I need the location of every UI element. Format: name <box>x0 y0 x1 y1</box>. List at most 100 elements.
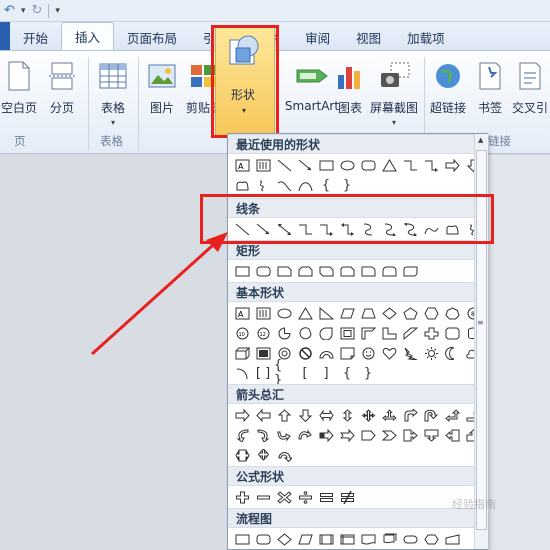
right-arrow-icon[interactable] <box>232 406 252 424</box>
snip-round-rectangle-icon[interactable] <box>337 262 357 280</box>
textbox-icon[interactable]: A <box>232 156 252 174</box>
tab-home[interactable]: 开始 <box>10 24 61 50</box>
customize-toolbar-icon[interactable]: ▾ <box>55 6 60 16</box>
quad-arrow-icon[interactable] <box>358 406 378 424</box>
notched-right-arrow-icon[interactable] <box>337 426 357 444</box>
arrow-line-icon[interactable] <box>253 220 273 238</box>
vertical-textbox-icon[interactable] <box>253 304 273 322</box>
curved-down-arrow-icon[interactable] <box>295 426 315 444</box>
elbow-double-arrow-connector-icon[interactable] <box>337 220 357 238</box>
pentagon-arrow-icon[interactable] <box>358 426 378 444</box>
left-up-arrow-icon[interactable] <box>442 406 462 424</box>
curved-left-arrow-icon[interactable] <box>253 426 273 444</box>
elbow-connector-icon[interactable] <box>400 156 420 174</box>
flowchart-document-icon[interactable] <box>358 530 378 548</box>
chevron-arrow-icon[interactable] <box>379 426 399 444</box>
shapes-button[interactable]: 形状 ▾ <box>215 27 275 136</box>
right-brace-icon[interactable]: } <box>358 364 378 382</box>
right-arrow-callout-icon[interactable] <box>400 426 420 444</box>
block-arc-icon[interactable] <box>316 344 336 362</box>
tab-view[interactable]: 视图 <box>343 24 394 50</box>
diamond-icon[interactable] <box>379 304 399 322</box>
snip-corner-rectangle-icon[interactable] <box>274 262 294 280</box>
left-arrow-icon[interactable] <box>253 406 273 424</box>
curved-up-arrow-icon[interactable] <box>274 426 294 444</box>
up-arrow-icon[interactable] <box>274 406 294 424</box>
round-diagonal-rectangle-icon[interactable] <box>400 262 420 280</box>
no-symbol-icon[interactable] <box>295 344 315 362</box>
flowchart-decision-icon[interactable] <box>274 530 294 548</box>
triangle-icon[interactable] <box>379 156 399 174</box>
decagon-icon[interactable]: 10 <box>232 324 252 342</box>
left-right-up-arrow-icon[interactable] <box>379 406 399 424</box>
tab-addins[interactable]: 加载项 <box>394 24 458 50</box>
l-shape-icon[interactable] <box>379 324 399 342</box>
freeform-icon[interactable] <box>232 176 252 194</box>
double-brace-icon[interactable]: { } <box>274 358 294 388</box>
freeform-icon[interactable] <box>442 220 462 238</box>
circular-arrow-icon[interactable] <box>274 446 294 464</box>
smartart-button[interactable]: SmartArt <box>285 57 339 129</box>
flowchart-alternate-process-icon[interactable] <box>253 530 273 548</box>
up-down-arrow-icon[interactable] <box>337 406 357 424</box>
file-tab[interactable] <box>0 22 10 50</box>
left-right-arrow-callout-icon[interactable] <box>232 446 252 464</box>
flowchart-process-icon[interactable] <box>232 530 252 548</box>
picture-button[interactable]: 图片 <box>144 57 180 129</box>
left-bracket-icon[interactable]: [ <box>295 364 315 382</box>
hexagon-icon[interactable] <box>421 304 441 322</box>
double-bracket-icon[interactable]: [ ] <box>253 364 273 382</box>
flowchart-predefined-process-icon[interactable] <box>316 530 336 548</box>
multiply-icon[interactable] <box>274 488 294 506</box>
snip-diagonal-rectangle-icon[interactable] <box>316 262 336 280</box>
half-frame-icon[interactable] <box>358 324 378 342</box>
bookmark-button[interactable]: 书签 <box>474 57 506 129</box>
bent-arrow-icon[interactable] <box>400 406 420 424</box>
flowchart-data-icon[interactable] <box>295 530 315 548</box>
heptagon-icon[interactable] <box>442 304 462 322</box>
folded-corner-icon[interactable] <box>337 344 357 362</box>
sun-icon[interactable] <box>421 344 441 362</box>
elbow-arrow-connector-icon[interactable] <box>316 220 336 238</box>
right-arrow-icon[interactable] <box>442 156 462 174</box>
curve-icon[interactable] <box>274 176 294 194</box>
rectangle-icon[interactable] <box>316 156 336 174</box>
undo-dropdown-icon[interactable]: ▾ <box>21 6 26 16</box>
flowchart-internal-storage-icon[interactable] <box>337 530 357 548</box>
right-bracket-icon[interactable]: ] <box>316 364 336 382</box>
arrow-line-icon[interactable] <box>295 156 315 174</box>
chart-button[interactable]: 图表 <box>336 57 364 129</box>
parallelogram-icon[interactable] <box>337 304 357 322</box>
divide-icon[interactable] <box>295 488 315 506</box>
left-right-arrow-icon[interactable] <box>316 406 336 424</box>
crossref-button[interactable]: 交叉引 <box>510 57 550 129</box>
triangle-icon[interactable] <box>295 304 315 322</box>
rectangle-icon[interactable] <box>232 262 252 280</box>
frame-icon[interactable] <box>337 324 357 342</box>
lightning-icon[interactable] <box>400 344 420 362</box>
flowchart-terminator-icon[interactable] <box>400 530 420 548</box>
plus-icon[interactable] <box>232 488 252 506</box>
down-arrow-icon[interactable] <box>295 406 315 424</box>
right-triangle-icon[interactable] <box>316 304 336 322</box>
elbow-arrow-connector-icon[interactable] <box>421 156 441 174</box>
left-brace-icon[interactable]: { <box>337 364 357 382</box>
gallery-scrollbar[interactable]: ▲ ≡ <box>474 134 488 549</box>
round-corner-rectangle-icon[interactable] <box>358 262 378 280</box>
tab-insert[interactable]: 插入 <box>61 22 115 50</box>
curved-double-arrow-connector-icon[interactable] <box>400 220 420 238</box>
elbow-connector-icon[interactable] <box>295 220 315 238</box>
oval-icon[interactable] <box>337 156 357 174</box>
oval-icon[interactable] <box>274 304 294 322</box>
chord-icon[interactable] <box>295 324 315 342</box>
double-arrow-line-icon[interactable] <box>274 220 294 238</box>
rounded-rectangle-icon[interactable] <box>253 262 273 280</box>
line-icon[interactable] <box>274 156 294 174</box>
tab-page-layout[interactable]: 页面布局 <box>114 24 190 50</box>
flowchart-preparation-icon[interactable] <box>421 530 441 548</box>
smiley-icon[interactable] <box>358 344 378 362</box>
screenshot-button[interactable]: 屏幕截图 ▾ <box>366 57 422 129</box>
plaque-icon[interactable] <box>442 324 462 342</box>
scribble-icon[interactable] <box>253 176 273 194</box>
striped-right-arrow-icon[interactable] <box>316 426 336 444</box>
